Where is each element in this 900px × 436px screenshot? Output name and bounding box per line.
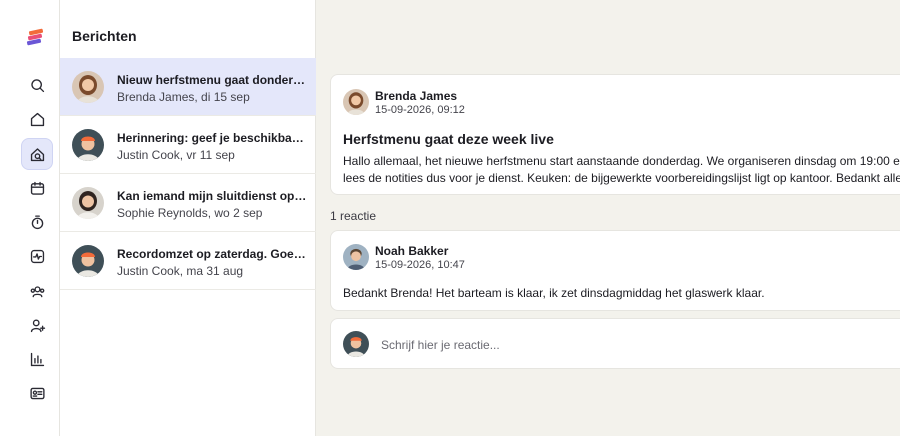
message-subject: Herinnering: geef je beschikbaarheid doo… <box>117 131 307 145</box>
rail-messages-button[interactable] <box>21 138 53 170</box>
icon-rail <box>0 0 60 436</box>
reaction-body: Bedankt Brenda! Het barteam is klaar, ik… <box>343 286 765 300</box>
rail-add-user-button[interactable] <box>21 309 53 341</box>
message-meta: Sophie Reynolds, wo 2 sep <box>117 206 263 220</box>
post-body-line: lees de notities dus voor je dienst. Keu… <box>343 171 900 185</box>
timer-icon <box>31 214 43 229</box>
message-list-item[interactable]: Herinnering: geef je beschikbaarheid doo… <box>60 116 316 174</box>
reaction-count: 1 reactie <box>330 209 377 223</box>
avatar <box>343 244 369 270</box>
post-title: Herfstmenu gaat deze week live <box>343 131 554 147</box>
list-title: Berichten <box>72 28 137 44</box>
post-body: Hallo allemaal, het nieuwe herfstmenu st… <box>343 153 900 187</box>
message-detail: Brenda James 15-09-2026, 09:12 Herfstmen… <box>316 14 900 436</box>
message-list-item[interactable]: Kan iemand mijn sluitdienst op zaterdag … <box>60 174 316 232</box>
avatar <box>72 129 104 161</box>
calendar-icon <box>30 181 44 195</box>
reaction-author: Noah Bakker <box>375 244 449 258</box>
message-subject: Recordomzet op zaterdag. Goed gedaan tea… <box>117 247 307 261</box>
post-date: 15-09-2026, 09:12 <box>375 104 465 116</box>
post-body-line: Hallo allemaal, het nieuwe herfstmenu st… <box>343 154 900 168</box>
activity-icon <box>30 249 44 263</box>
rail-id-card-button[interactable] <box>21 377 53 409</box>
team-icon <box>30 285 44 297</box>
avatar <box>72 187 104 219</box>
post-author: Brenda James <box>375 89 458 103</box>
reaction-date: 15-09-2026, 10:47 <box>375 259 465 271</box>
message-subject: Kan iemand mijn sluitdienst op zaterdag … <box>117 189 307 203</box>
search-icon <box>30 78 44 92</box>
app-logo[interactable] <box>26 27 46 47</box>
rail-home-button[interactable] <box>21 103 53 135</box>
rail-timer-button[interactable] <box>21 206 53 238</box>
bar-chart-icon <box>30 352 44 366</box>
message-list-item[interactable]: Recordomzet op zaterdag. Goed gedaan tea… <box>60 232 316 290</box>
rail-search-button[interactable] <box>21 69 53 101</box>
message-meta: Brenda James, di 15 sep <box>117 90 250 104</box>
message-meta: Justin Cook, ma 31 aug <box>117 264 244 278</box>
message-meta: Justin Cook, vr 11 sep <box>117 148 235 162</box>
avatar <box>72 245 104 277</box>
rail-calendar-button[interactable] <box>21 172 53 204</box>
reaction-card: Noah Bakker 15-09-2026, 10:47 Bedankt Br… <box>330 230 900 311</box>
avatar <box>343 331 369 357</box>
rail-reports-button[interactable] <box>21 343 53 375</box>
id-card-icon <box>29 387 45 399</box>
message-subject: Nieuw herfstmenu gaat donderdag live <box>117 73 307 87</box>
avatar <box>343 89 369 115</box>
reply-input[interactable] <box>381 338 900 352</box>
reply-box[interactable] <box>330 318 900 369</box>
avatar <box>72 71 104 103</box>
rail-activity-button[interactable] <box>21 240 53 272</box>
message-list-panel: Berichten Nieuw herfstmenu gaat donderda… <box>60 0 316 436</box>
home-icon <box>30 112 44 126</box>
rail-team-button[interactable] <box>21 275 53 307</box>
post-card: Brenda James 15-09-2026, 09:12 Herfstmen… <box>330 74 900 195</box>
add-user-icon <box>30 319 45 332</box>
messages-icon <box>30 147 44 161</box>
message-list-item[interactable]: Nieuw herfstmenu gaat donderdag live Bre… <box>60 58 316 116</box>
